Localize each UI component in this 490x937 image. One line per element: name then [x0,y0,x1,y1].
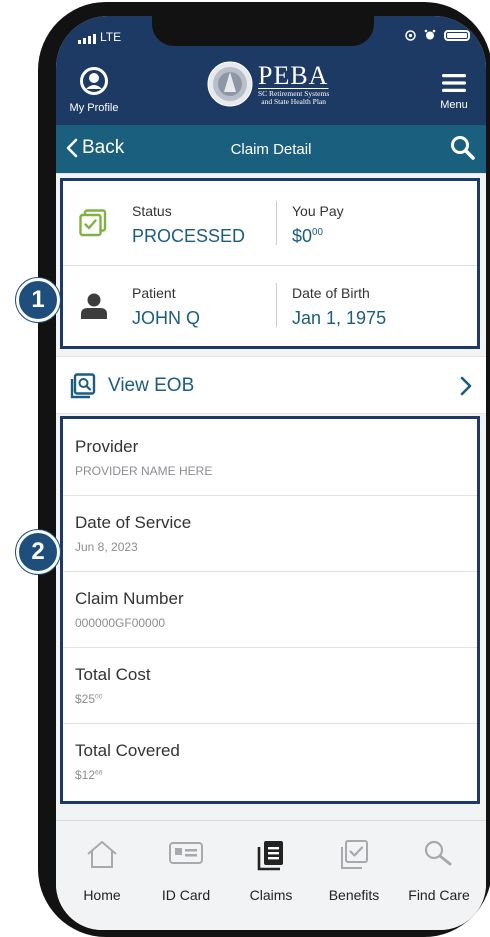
patient-row: Patient JOHN Q Date of Birth Jan 1, 1975 [63,265,477,349]
hamburger-icon [442,74,466,92]
search-button[interactable] [450,135,476,166]
you-pay-value: $000 [292,226,323,247]
app-header: LTE My Profile PEBA SC Retirement System… [56,16,486,125]
state-seal-icon [207,61,253,107]
phone-notch [152,16,374,46]
total-cost-cents: 00 [95,693,103,701]
phone-screen: LTE My Profile PEBA SC Retirement System… [56,16,486,930]
total-covered-row: Total Covered $1266 [63,723,477,799]
benefits-icon [341,840,368,869]
person-icon [81,293,107,319]
provider-row: Provider PROVIDER NAME HERE [63,419,477,496]
alarm-icon [424,29,436,40]
signal-icon [78,34,96,44]
bottom-tab-bar: Home ID Card Claims Benefits Find Care [56,820,486,930]
patient-value: JOHN Q [132,308,201,328]
tab-home-label: Home [83,887,121,903]
vertical-divider [276,201,277,245]
claim-number-row: Claim Number 000000GF00000 [63,571,477,648]
peba-logo: PEBA SC Retirement Systems and State Hea… [206,60,329,108]
total-cost-dollars: $25 [75,692,96,706]
processed-check-icon [79,209,107,237]
id-card-icon [169,842,203,864]
claims-icon [257,841,283,871]
tab-id-card-label: ID Card [161,887,211,903]
status-label: Status [132,203,172,219]
date-of-service-value: Jun 8, 2023 [75,540,138,554]
claim-summary-card: Status PROCESSED You Pay $000 Patient JO… [60,178,480,349]
my-profile-button[interactable]: My Profile [64,66,124,114]
dob-label: Date of Birth [292,285,370,301]
you-pay-dollars: $0 [292,226,313,246]
nav-bar: Back Claim Detail [56,125,486,173]
view-eob-label: View EOB [108,375,195,396]
my-profile-label: My Profile [69,102,119,114]
tab-benefits-label: Benefits [328,887,380,903]
location-icon [405,29,416,41]
patient-label: Patient [132,285,176,301]
callout-badge-2: 2 [16,530,60,574]
provider-label: Provider [75,437,139,456]
dob-value: Jan 1, 1975 [292,308,387,328]
peba-logo-name: PEBA [258,61,329,90]
tab-find-care-label: Find Care [408,887,470,903]
peba-logo-subtitle-2: and State Health Plan [261,97,327,106]
total-covered-label: Total Covered [75,741,180,760]
total-covered-cents: 66 [95,769,103,777]
divider [56,173,486,174]
total-covered-dollars: $12 [75,768,96,782]
you-pay-cents: 00 [312,227,324,239]
status-row: Status PROCESSED You Pay $000 [63,181,477,266]
total-cost-row: Total Cost $2500 [63,647,477,724]
menu-label: Menu [440,99,468,111]
total-cost-label: Total Cost [75,665,151,684]
battery-icon [444,29,470,41]
total-cost-value: $2500 [75,692,102,706]
status-bar-left: LTE [78,30,121,44]
search-icon [451,136,475,160]
date-of-service-row: Date of Service Jun 8, 2023 [63,495,477,572]
profile-icon [80,67,108,95]
home-icon [87,841,117,868]
tab-claims-label: Claims [249,887,293,903]
vertical-divider [276,283,277,327]
chevron-right-icon [460,376,472,396]
claim-number-label: Claim Number [75,589,184,608]
you-pay-label: You Pay [292,203,344,219]
view-eob-row[interactable]: View EOB [56,356,486,414]
document-search-icon [70,373,96,399]
date-of-service-label: Date of Service [75,513,192,532]
magnifier-icon [424,840,452,866]
status-value: PROCESSED [132,226,246,246]
menu-button[interactable]: Menu [432,74,476,111]
claim-number-value: 000000GF00000 [75,616,166,630]
total-covered-value: $1266 [75,768,102,782]
page-title: Claim Detail [230,141,312,158]
provider-value: PROVIDER NAME HERE [75,464,213,478]
status-bar-right [405,29,470,41]
callout-badge-1: 1 [16,278,60,322]
network-label: LTE [100,30,122,44]
claim-details-card: Provider PROVIDER NAME HERE Date of Serv… [60,416,480,804]
